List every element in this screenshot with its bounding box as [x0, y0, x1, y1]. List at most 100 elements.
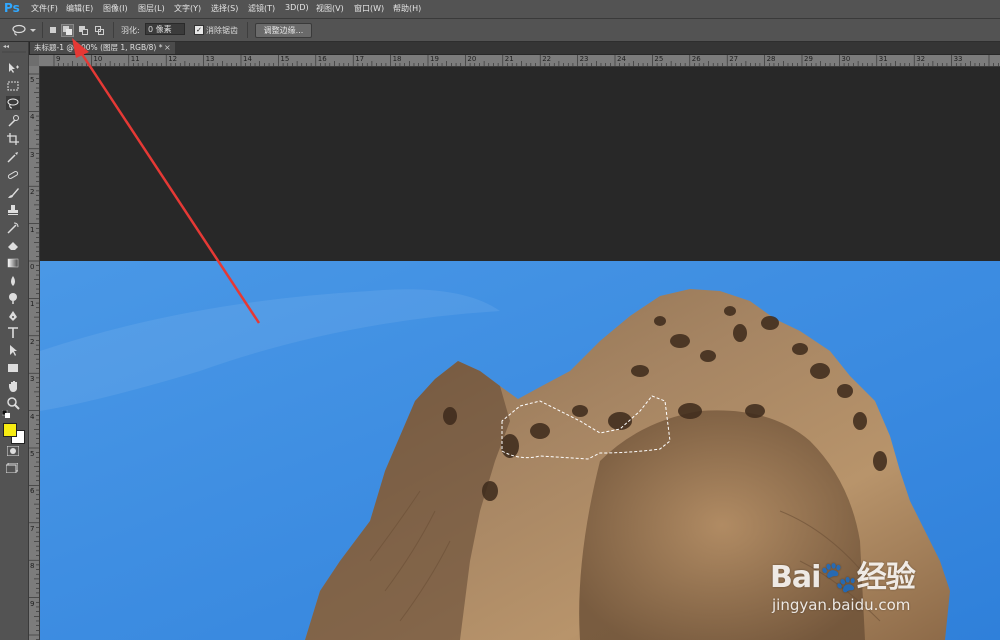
move-tool-icon[interactable]	[6, 61, 20, 75]
ruler-number: 31	[878, 55, 888, 63]
intersect-selection-button[interactable]	[93, 24, 106, 37]
crop-tool-icon[interactable]	[6, 132, 20, 146]
watermark-logo: Bai🐾经验	[770, 560, 916, 595]
new-selection-button[interactable]	[47, 24, 60, 37]
menu-edit[interactable]: 编辑(E)	[66, 3, 93, 14]
ruler-number: 11	[130, 55, 140, 63]
watermark-url: jingyan.baidu.com	[772, 596, 911, 614]
ruler-number: 7	[30, 524, 35, 533]
document-tab-title: 未标题-1 @ 100% (图层 1, RGB/8) *	[34, 43, 163, 52]
ruler-number: 5	[30, 76, 35, 84]
options-bar: 羽化: 0 像素 ✓ 消除锯齿 调整边缘...	[0, 19, 1000, 42]
menu-window[interactable]: 窗口(W)	[354, 3, 384, 14]
brush-tool-icon[interactable]	[6, 186, 20, 200]
ruler-number: 9	[30, 599, 35, 608]
menu-layer[interactable]: 图层(L)	[138, 3, 165, 14]
history-brush-tool-icon[interactable]	[6, 221, 20, 235]
menu-file[interactable]: 文件(F)	[31, 3, 58, 14]
photoshop-logo: Ps	[4, 1, 20, 15]
eraser-tool-icon[interactable]	[6, 238, 20, 252]
eyedropper-tool-icon[interactable]	[6, 150, 20, 164]
path-select-tool-icon[interactable]	[6, 343, 20, 357]
menu-select[interactable]: 选择(S)	[211, 3, 238, 14]
ruler-number: 22	[542, 55, 552, 63]
menu-image[interactable]: 图像(I)	[103, 3, 128, 14]
ruler-number: 18	[392, 55, 402, 63]
type-tool-icon[interactable]	[6, 326, 20, 340]
shape-tool-icon[interactable]	[6, 361, 20, 375]
menu-type[interactable]: 文字(Y)	[174, 3, 201, 14]
ruler-number: 9	[56, 55, 61, 63]
hand-tool-icon[interactable]	[6, 379, 20, 393]
ruler-number: 33	[953, 55, 963, 63]
separator	[247, 22, 248, 38]
lasso-icon	[12, 24, 36, 36]
feather-label: 羽化:	[121, 26, 140, 35]
ruler-origin[interactable]	[29, 55, 39, 66]
quick-select-tool-icon[interactable]	[6, 114, 20, 128]
ruler-number: 17	[355, 55, 365, 63]
ruler-number: 0	[30, 263, 35, 271]
feather-input[interactable]: 0 像素	[145, 23, 185, 35]
ruler-number: 25	[654, 55, 664, 63]
ruler-number: 15	[280, 55, 290, 63]
marquee-tool-icon[interactable]	[6, 79, 20, 93]
gradient-tool-icon[interactable]	[6, 256, 20, 270]
menu-filter[interactable]: 滤镜(T)	[248, 3, 275, 14]
foreground-color-swatch[interactable]	[3, 423, 17, 437]
menu-view[interactable]: 视图(V)	[316, 3, 344, 14]
ruler-number: 26	[691, 55, 701, 63]
ruler-number: 21	[504, 55, 514, 63]
tools-panel: ◂◂	[0, 42, 29, 640]
ruler-number: 5	[30, 450, 35, 458]
menu-help[interactable]: 帮助(H)	[393, 3, 421, 14]
baidu-watermark: Bai🐾经验 jingyan.baidu.com	[770, 552, 980, 622]
ruler-number: 28	[766, 55, 776, 63]
antialias-label: 消除锯齿	[206, 26, 238, 35]
document-tab-bar: 未标题-1 @ 100% (图层 1, RGB/8) * ×	[30, 42, 1000, 54]
separator	[113, 22, 114, 38]
vertical-ruler[interactable]: 5 4 3 2 1 0 1 2 3 4 5 6 7 8 9	[29, 66, 40, 640]
ruler-number: 14	[243, 55, 252, 63]
close-icon[interactable]: ×	[164, 42, 171, 54]
ruler-number: 8	[30, 562, 35, 571]
default-colors-icon[interactable]	[1, 409, 12, 418]
add-to-selection-button[interactable]	[61, 24, 74, 37]
ruler-number: 20	[467, 55, 477, 63]
ruler-number: 1	[30, 225, 35, 234]
pen-tool-icon[interactable]	[6, 309, 20, 323]
dodge-tool-icon[interactable]	[6, 291, 20, 305]
horizontal-ruler[interactable]: 9 10 11 12 13 14 15 16 17 18 19 20 21 22 23 24 25 26 27 28 2…	[39, 55, 1000, 67]
screen-mode-icon[interactable]	[5, 462, 19, 474]
svg-text:◂◂: ◂◂	[3, 43, 9, 50]
ruler-number: 3	[30, 150, 35, 159]
document-tab[interactable]: 未标题-1 @ 100% (图层 1, RGB/8) * ×	[30, 42, 175, 54]
ruler-number: 24	[617, 55, 626, 63]
blur-tool-icon[interactable]	[6, 274, 20, 288]
ruler-number: 27	[729, 55, 739, 63]
healing-tool-icon[interactable]	[6, 168, 20, 182]
zoom-tool-icon[interactable]	[6, 396, 20, 410]
horizontal-ruler-ticks	[53, 55, 999, 66]
ruler-number: 19	[430, 55, 439, 63]
ruler-number: 23	[579, 55, 589, 63]
subtract-from-selection-button[interactable]	[77, 24, 90, 37]
ruler-number: 4	[30, 412, 35, 421]
menu-3d[interactable]: 3D(D)	[285, 3, 309, 12]
ruler-number: 3	[30, 375, 35, 384]
ruler-number: 1	[30, 300, 35, 309]
quick-mask-icon[interactable]	[6, 445, 20, 457]
ruler-number: 6	[30, 487, 35, 496]
ruler-number: 30	[841, 55, 851, 63]
ruler-number: 2	[30, 188, 35, 197]
lasso-tool-icon[interactable]	[6, 96, 20, 110]
separator	[42, 22, 43, 38]
antialias-checkbox[interactable]: ✓	[194, 25, 204, 35]
ruler-number: 13	[205, 55, 215, 63]
lasso-tool-preset[interactable]	[10, 23, 38, 37]
refine-edge-button[interactable]: 调整边缘...	[255, 23, 312, 38]
stamp-tool-icon[interactable]	[6, 203, 20, 217]
ruler-number: 12	[168, 55, 178, 63]
menu-bar: Ps 文件(F) 编辑(E) 图像(I) 图层(L) 文字(Y) 选择(S) 滤…	[0, 0, 1000, 19]
ruler-number: 10	[93, 55, 103, 63]
